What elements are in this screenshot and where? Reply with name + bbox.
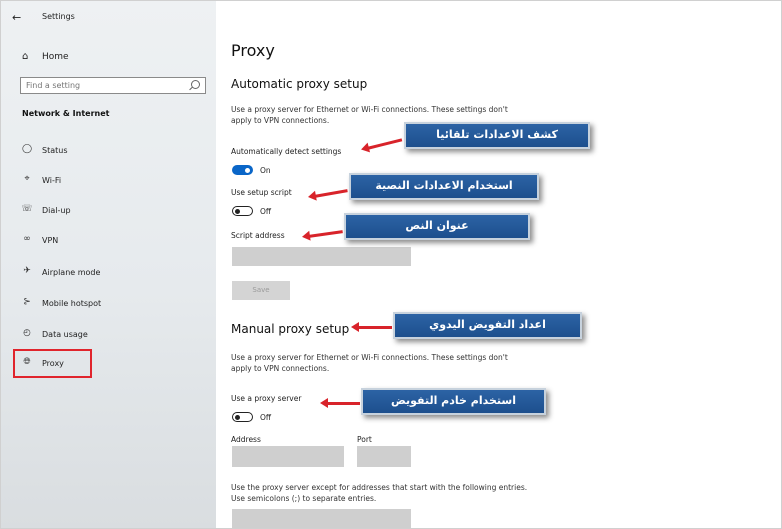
window-frame <box>0 0 782 529</box>
